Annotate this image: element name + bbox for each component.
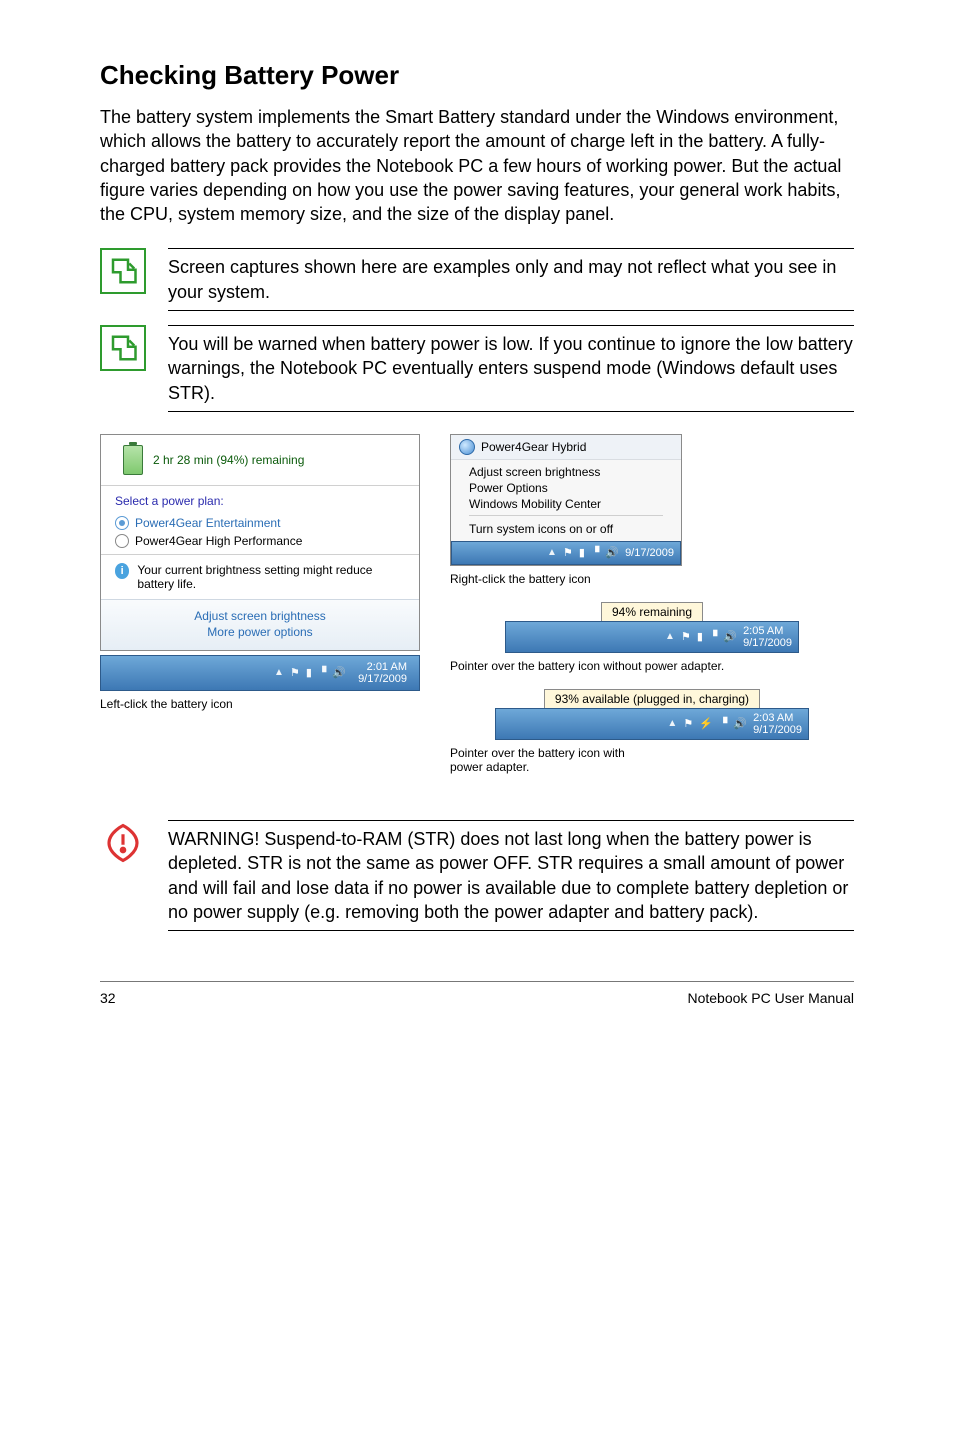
- section-title: Checking Battery Power: [100, 60, 854, 91]
- left-caption: Left-click the battery icon: [100, 697, 420, 711]
- tooltip-charging: 93% available (plugged in, charging): [544, 689, 760, 709]
- taskbar-clock[interactable]: 9/17/2009: [625, 547, 674, 559]
- context-menu-title[interactable]: Power4Gear Hybrid: [481, 440, 586, 454]
- clock-date: 9/17/2009: [625, 547, 674, 559]
- plan1-label: Power4Gear Entertainment: [135, 516, 280, 530]
- tray-chevron-icon[interactable]: ▲: [547, 547, 557, 558]
- tray-chevron-icon[interactable]: ▲: [274, 667, 284, 678]
- taskbar-clock[interactable]: 2:01 AM 9/17/2009: [352, 661, 413, 685]
- link-more-power-options[interactable]: More power options: [101, 624, 419, 640]
- link-adjust-brightness[interactable]: Adjust screen brightness: [101, 608, 419, 624]
- cm-power-options[interactable]: Power Options: [469, 480, 663, 496]
- clock-date: 9/17/2009: [753, 724, 802, 736]
- taskbar-clock[interactable]: 2:03 AM 9/17/2009: [753, 712, 802, 736]
- note-text-1: Screen captures shown here are examples …: [168, 255, 854, 304]
- clock-time: 2:05 AM: [743, 625, 792, 637]
- clock-date: 9/17/2009: [358, 673, 407, 685]
- radio-unselected-icon: [115, 534, 129, 548]
- flag-icon[interactable]: ⚑: [683, 717, 693, 730]
- power-popup: 2 hr 28 min (94%) remaining Select a pow…: [100, 434, 420, 651]
- flag-icon[interactable]: ⚑: [563, 546, 573, 559]
- volume-icon[interactable]: 🔊: [332, 666, 346, 679]
- plan-section-title: Select a power plan:: [115, 494, 405, 508]
- tray-chevron-icon[interactable]: ▲: [667, 718, 677, 729]
- tooltip-remaining: 94% remaining: [601, 602, 703, 622]
- battery-context-menu: Power4Gear Hybrid Adjust screen brightne…: [450, 434, 682, 566]
- taskbar-left: ▲ ⚑ ▮ ▝ 🔊 2:01 AM 9/17/2009: [100, 655, 420, 691]
- info-icon: i: [115, 563, 129, 579]
- note-icon: [100, 248, 146, 294]
- flag-icon[interactable]: ⚑: [681, 630, 691, 643]
- volume-icon[interactable]: 🔊: [605, 546, 619, 559]
- network-icon[interactable]: ▝: [719, 717, 727, 730]
- power-plan-option-1[interactable]: Power4Gear Entertainment: [115, 514, 405, 532]
- flag-icon[interactable]: ⚑: [290, 666, 300, 679]
- note-text-2: You will be warned when battery power is…: [168, 332, 854, 405]
- note-block-2: You will be warned when battery power is…: [100, 325, 854, 412]
- brightness-note: Your current brightness setting might re…: [137, 563, 405, 591]
- network-icon[interactable]: ▝: [709, 630, 717, 643]
- tray-chevron-icon[interactable]: ▲: [665, 631, 675, 642]
- radio-selected-icon: [115, 516, 129, 530]
- cm-system-icons[interactable]: Turn system icons on or off: [469, 521, 663, 537]
- clock-date: 9/17/2009: [743, 637, 792, 649]
- footer-title: Notebook PC User Manual: [687, 990, 854, 1006]
- warning-icon: [100, 820, 146, 866]
- battery-icon: [123, 445, 143, 475]
- right-caption-2: Pointer over the battery icon without po…: [450, 659, 854, 673]
- note-block-1: Screen captures shown here are examples …: [100, 248, 854, 311]
- warning-text: WARNING! Suspend-to-RAM (STR) does not l…: [168, 827, 854, 924]
- power-plan-option-2[interactable]: Power4Gear High Performance: [115, 532, 405, 550]
- power4gear-icon: [459, 439, 475, 455]
- intro-paragraph: The battery system implements the Smart …: [100, 105, 854, 226]
- clock-time: 2:03 AM: [753, 712, 802, 724]
- volume-icon[interactable]: 🔊: [733, 717, 747, 730]
- volume-icon[interactable]: 🔊: [723, 630, 737, 643]
- right-caption-3: Pointer over the battery icon with power…: [450, 746, 854, 774]
- taskbar-clock[interactable]: 2:05 AM 9/17/2009: [743, 625, 792, 649]
- right-caption-1: Right-click the battery icon: [450, 572, 854, 586]
- note-icon: [100, 325, 146, 371]
- battery-charging-tray-icon[interactable]: ⚡: [699, 717, 713, 730]
- battery-tray-icon[interactable]: ▮: [697, 630, 703, 643]
- warning-block: WARNING! Suspend-to-RAM (STR) does not l…: [100, 820, 854, 931]
- page-number: 32: [100, 990, 116, 1006]
- network-icon[interactable]: ▝: [591, 546, 599, 559]
- network-icon[interactable]: ▝: [318, 666, 326, 679]
- cm-adjust-brightness[interactable]: Adjust screen brightness: [469, 464, 663, 480]
- battery-remaining-text: 2 hr 28 min (94%) remaining: [153, 453, 304, 467]
- plan2-label: Power4Gear High Performance: [135, 534, 302, 548]
- cm-mobility-center[interactable]: Windows Mobility Center: [469, 496, 663, 512]
- battery-tray-icon[interactable]: ▮: [579, 546, 585, 559]
- clock-time: 2:01 AM: [358, 661, 407, 673]
- battery-tray-icon[interactable]: ▮: [306, 666, 312, 679]
